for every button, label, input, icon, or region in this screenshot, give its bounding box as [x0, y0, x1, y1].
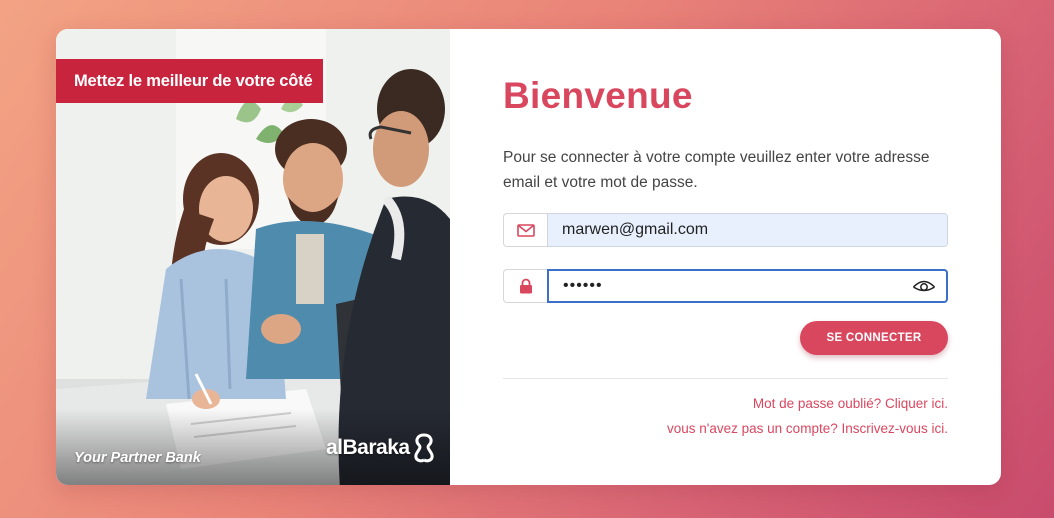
- register-link[interactable]: vous n'avez pas un compte? Inscrivez-vou…: [667, 421, 948, 436]
- partner-text: Your Partner Bank: [74, 450, 201, 466]
- login-instructions: Pour se connecter à votre compte veuille…: [503, 149, 930, 191]
- email-field-group: [503, 213, 948, 247]
- login-form: Bienvenue Pour se connecter à votre comp…: [450, 29, 1001, 485]
- brand-name: alBaraka: [326, 436, 410, 459]
- password-field-group: [503, 269, 948, 303]
- login-button[interactable]: SE CONNECTER: [800, 321, 948, 355]
- forgot-password-link[interactable]: Mot de passe oublié? Cliquer ici.: [753, 396, 948, 411]
- lock-icon: [503, 269, 547, 303]
- envelope-icon: [503, 213, 547, 247]
- promo-photo: Mettez le meilleur de votre côté Your Pa…: [56, 29, 450, 485]
- promo-tagline: Mettez le meilleur de votre côté: [56, 59, 323, 103]
- email-input[interactable]: [547, 213, 948, 247]
- login-card: Mettez le meilleur de votre côté Your Pa…: [56, 29, 1001, 485]
- eye-icon[interactable]: [912, 277, 936, 295]
- albaraka-logo-icon: [413, 433, 435, 463]
- brand-logo: alBaraka: [326, 433, 435, 463]
- page-title: Bienvenue: [503, 75, 693, 116]
- divider: [503, 378, 948, 379]
- password-input[interactable]: [547, 269, 948, 303]
